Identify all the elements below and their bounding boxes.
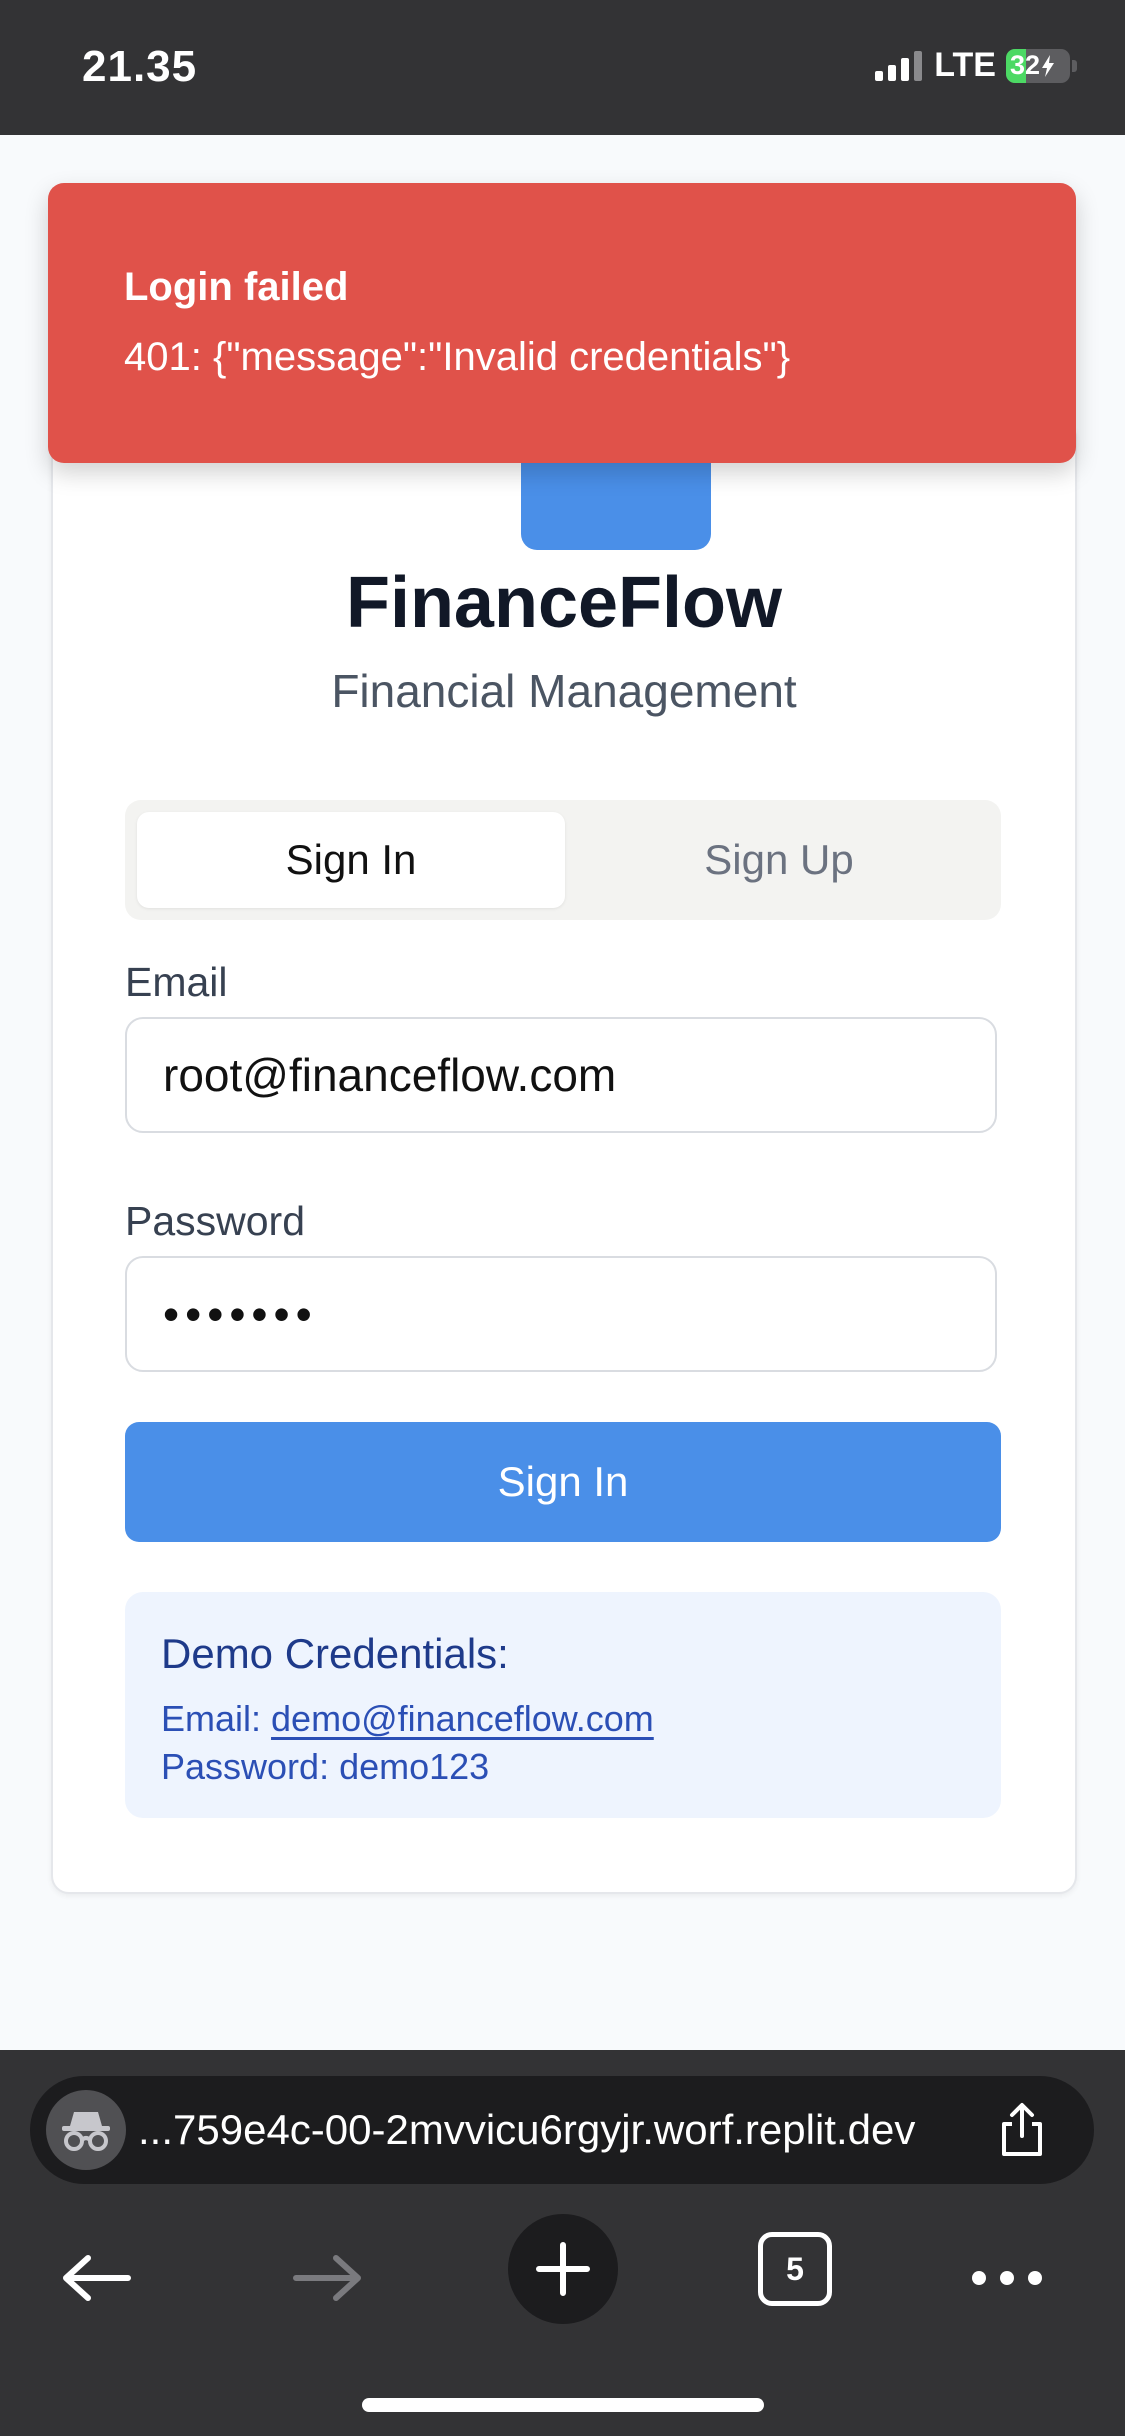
status-time: 21.35 [82, 42, 198, 91]
status-indicators: LTE 32 [875, 46, 1077, 85]
battery-cap [1072, 59, 1077, 72]
toast-title: Login failed [124, 265, 349, 309]
app-logo [521, 462, 711, 550]
incognito-glyph [62, 2112, 110, 2151]
error-toast[interactable]: Login failed 401: {"message":"Invalid cr… [48, 183, 1076, 463]
browser-nav-row: 5 [0, 2210, 1125, 2350]
demo-password-line: Password: demo123 [161, 1746, 490, 1787]
back-arrow-icon [63, 2255, 131, 2301]
demo-email-line: Email: demo@financeflow.com [161, 1698, 654, 1740]
tab-sign-up[interactable]: Sign Up [565, 812, 993, 908]
share-icon[interactable] [992, 2100, 1052, 2160]
network-type: LTE [934, 46, 996, 84]
password-value: ••••••• [163, 1288, 318, 1340]
tabs-icon[interactable]: 5 [758, 2232, 832, 2306]
forward-arrow-icon [293, 2255, 361, 2301]
app-title: FinanceFlow [345, 563, 783, 643]
demo-credentials-box: Demo Credentials: Email: demo@financeflo… [125, 1592, 1001, 1818]
charging-bolt-icon [1042, 54, 1055, 77]
browser-toolbar: ...759e4c-00-2mvvicu6rgyjr.worf.replit.d… [0, 2050, 1125, 2436]
email-label: Email [125, 959, 228, 1005]
status-bar: 21.35 LTE 32 [0, 0, 1125, 135]
demo-email-prefix: Email: [161, 1698, 272, 1739]
address-bar[interactable]: ...759e4c-00-2mvvicu6rgyjr.worf.replit.d… [30, 2076, 1094, 2184]
password-field[interactable]: ••••••• [125, 1256, 997, 1372]
auth-tabs: Sign In Sign Up [125, 800, 1001, 920]
signal-icon [875, 50, 923, 81]
email-value: root@financeflow.com [163, 1049, 617, 1101]
new-tab-icon [536, 2242, 590, 2296]
tab-sign-in[interactable]: Sign In [137, 812, 565, 908]
login-card: FinanceFlow Financial Management Sign In… [51, 420, 1077, 1894]
url-text[interactable]: ...759e4c-00-2mvvicu6rgyjr.worf.replit.d… [138, 2106, 915, 2154]
back-button[interactable] [56, 2238, 136, 2318]
toast-message: 401: {"message":"Invalid credentials"} [124, 335, 791, 379]
new-tab-button[interactable] [508, 2214, 618, 2324]
battery-icon: 32 [1006, 48, 1070, 83]
sign-in-button[interactable]: Sign In [125, 1422, 1001, 1542]
email-field[interactable]: root@financeflow.com [125, 1017, 997, 1133]
app-subtitle: Financial Management [331, 665, 797, 717]
more-button[interactable] [962, 2238, 1052, 2318]
more-icon [972, 2271, 1042, 2285]
demo-email-link[interactable]: demo@financeflow.com [271, 1698, 654, 1739]
password-label: Password [125, 1198, 306, 1244]
demo-title: Demo Credentials: [161, 1630, 509, 1677]
home-indicator [362, 2398, 764, 2412]
battery-level: 32 [1010, 50, 1041, 80]
private-browsing-icon[interactable] [46, 2090, 126, 2170]
forward-button[interactable] [288, 2238, 368, 2318]
